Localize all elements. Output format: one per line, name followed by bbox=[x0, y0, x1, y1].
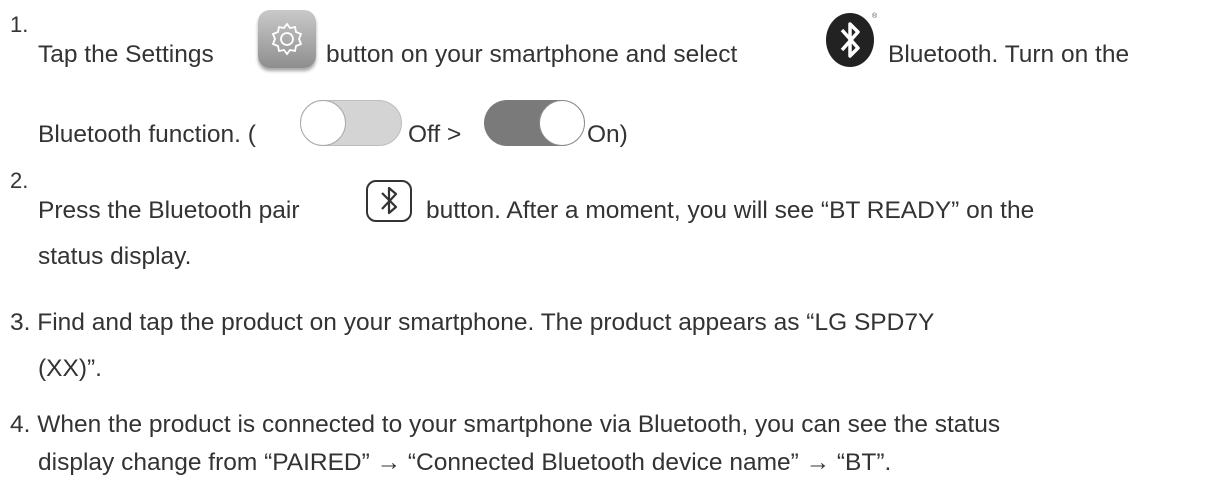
step-2-number: 2. bbox=[10, 168, 29, 193]
bluetooth-pair-button-icon bbox=[366, 180, 412, 222]
step-2-text-a: Press the Bluetooth pair bbox=[38, 197, 300, 224]
step-2-line2: status display. bbox=[38, 243, 192, 270]
step-4-line1: 4. When the product is connected to your… bbox=[10, 411, 1001, 438]
step-4-line2: display change from “PAIRED” → “Connecte… bbox=[38, 449, 892, 476]
step-1-line2-a: Bluetooth function. ( bbox=[38, 121, 256, 148]
step-3-line2: (XX)”. bbox=[38, 355, 102, 382]
step-1-text-b: button on your smartphone and select bbox=[326, 41, 738, 68]
toggle-knob bbox=[300, 100, 346, 146]
step-1-text-c: Bluetooth. Turn on the bbox=[888, 41, 1130, 68]
step-1-number: 1. bbox=[10, 12, 29, 37]
step-3-line1: 3. Find and tap the product on your smar… bbox=[10, 309, 935, 336]
step-1-text-a: Tap the Settings bbox=[38, 41, 214, 68]
toggle-on-icon bbox=[484, 100, 585, 146]
step-1-line2-b: Off > bbox=[408, 121, 462, 148]
toggle-off-icon bbox=[300, 100, 402, 146]
step-2-text-b: button. After a moment, you will see “BT… bbox=[426, 197, 1035, 224]
svg-text:®: ® bbox=[872, 12, 878, 20]
step-1-line2-c: On) bbox=[587, 121, 628, 148]
bluetooth-icon: ® bbox=[824, 10, 878, 75]
toggle-knob bbox=[539, 100, 585, 146]
settings-gear-icon bbox=[258, 10, 316, 68]
